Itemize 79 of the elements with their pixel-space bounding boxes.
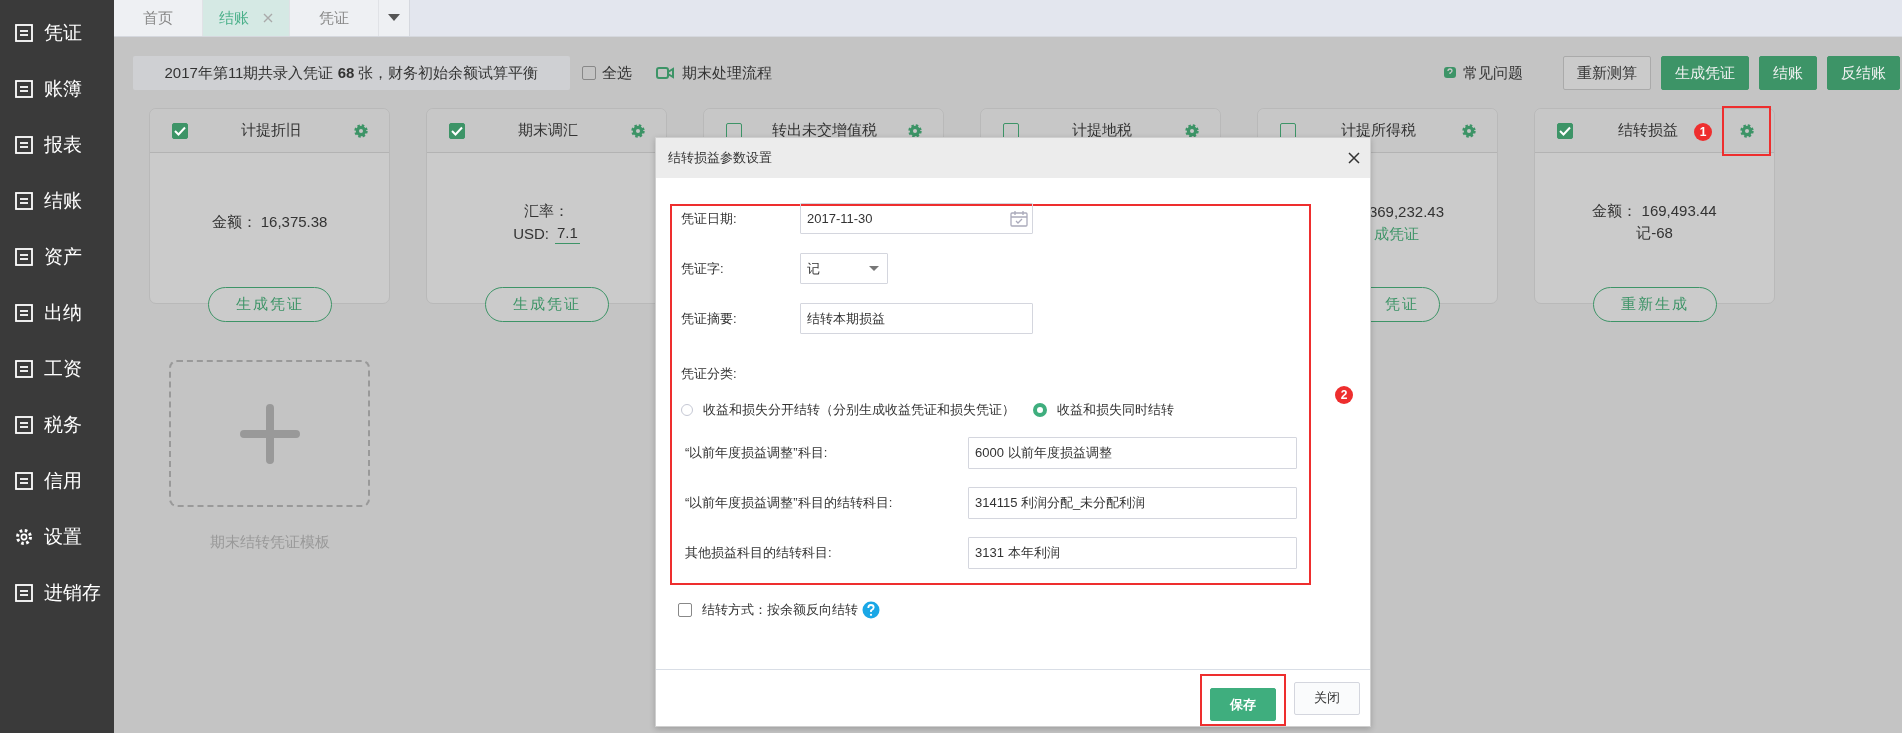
settings-icon[interactable] [907, 122, 923, 139]
field-label: “以前年度损益调整”科目的结转科目: [684, 494, 894, 512]
document-icon [14, 135, 34, 155]
sidebar-item[interactable]: 工资 [0, 341, 114, 397]
caret-icon [869, 265, 879, 272]
card-text: 369,232.43 [1368, 202, 1444, 222]
card-title: 结转损益 [1617, 121, 1678, 138]
field-label: 凭证字: [681, 259, 725, 278]
dialog-title: 结转损益参数设置 [668, 149, 772, 167]
radio-option[interactable]: 收益和损失分开结转（分别生成收益凭证和损失凭证） [681, 401, 1015, 419]
settings-icon[interactable] [1184, 122, 1200, 139]
field-label: 凭证分类: [681, 365, 738, 383]
account-field[interactable]: 6000 以前年度损益调整 [968, 437, 1297, 469]
card-title: 期末调汇 [517, 121, 578, 138]
annotation-badge: 1 [1694, 123, 1712, 141]
select-all-checkbox[interactable]: 全选 [582, 63, 632, 83]
info-banner: 2017年第11期共录入凭证 68 张，财务初始余额试算平衡 [133, 56, 570, 90]
settings-icon[interactable] [1461, 122, 1477, 139]
add-template-tile[interactable] [169, 360, 370, 507]
card-title: 计提地税 [1071, 121, 1132, 138]
toolbar-button[interactable]: 重新测算 [1563, 56, 1651, 90]
date-field[interactable]: 2017-11-30 [800, 203, 1033, 234]
card-text: 金额： 16,375.38 [211, 212, 328, 232]
calendar-icon [1010, 210, 1028, 227]
settings-icon [14, 527, 34, 547]
document-icon [14, 79, 34, 99]
voucher-type-select[interactable]: 记 [800, 253, 888, 284]
sidebar-item[interactable]: 结账 [0, 173, 114, 229]
document-icon [14, 359, 34, 379]
card-title: 转出未交增值税 [772, 121, 877, 138]
card-text: 记-68 [1636, 223, 1673, 243]
sidebar-item[interactable]: 报表 [0, 117, 114, 173]
sidebar-item[interactable]: 凭证 [0, 5, 114, 61]
checkbox[interactable] [172, 122, 188, 139]
caret-icon [388, 14, 400, 22]
help-icon [1443, 66, 1457, 80]
settings-icon[interactable] [1738, 122, 1755, 139]
sidebar-item[interactable]: 账簿 [0, 61, 114, 117]
rate-field[interactable]: 7.1 [555, 222, 580, 244]
video-camera-icon [656, 67, 674, 79]
settings-icon[interactable] [630, 122, 646, 139]
faq-link[interactable]: 常见问题 [1463, 63, 1523, 83]
card-title: 计提折旧 [240, 121, 301, 138]
document-icon [14, 415, 34, 435]
tab-dropdown[interactable] [379, 0, 410, 36]
document-icon [14, 471, 34, 491]
sidebar-item[interactable]: 资产 [0, 229, 114, 285]
reverse-checkbox[interactable]: 结转方式：按余额反向结转 [678, 601, 858, 619]
currency-label: USD: [513, 223, 549, 244]
card-text: 金额： 169,493.44 [1592, 201, 1717, 221]
help-icon[interactable] [862, 601, 880, 619]
settings-icon[interactable] [353, 122, 369, 139]
checkbox[interactable] [449, 122, 465, 139]
document-icon [14, 247, 34, 267]
document-icon [14, 303, 34, 323]
sidebar-item[interactable]: 税务 [0, 397, 114, 453]
document-icon [14, 583, 34, 603]
checkbox[interactable] [1557, 122, 1573, 139]
annotation-badge: 2 [1335, 385, 1353, 404]
radio-option[interactable]: 收益和损失同时结转 [1033, 401, 1174, 419]
account-field[interactable]: 3131 本年利润 [968, 537, 1297, 569]
field-label: “以前年度损益调整”科目: [684, 444, 829, 462]
summary-field[interactable]: 结转本期损益 [800, 303, 1033, 334]
card-text: 汇率： [524, 200, 569, 221]
document-icon [14, 23, 34, 43]
sidebar-item[interactable]: 出纳 [0, 285, 114, 341]
sidebar-item[interactable]: 进销存 [0, 565, 114, 621]
close-icon[interactable] [1348, 152, 1360, 164]
plus-icon [239, 403, 300, 464]
account-field[interactable]: 314115 利润分配_未分配利润 [968, 487, 1297, 519]
process-link[interactable]: 期末处理流程 [682, 63, 772, 83]
field-label: 凭证日期: [681, 209, 738, 228]
dialog-button[interactable]: 关闭 [1294, 681, 1360, 715]
sidebar-item[interactable]: 信用 [0, 453, 114, 509]
document-icon [14, 191, 34, 211]
sidebar-item[interactable]: 设置 [0, 509, 114, 565]
field-label: 凭证摘要: [681, 309, 738, 328]
card-title: 计提所得税 [1341, 121, 1416, 138]
field-label: 其他损益科目的结转科目: [684, 544, 833, 562]
